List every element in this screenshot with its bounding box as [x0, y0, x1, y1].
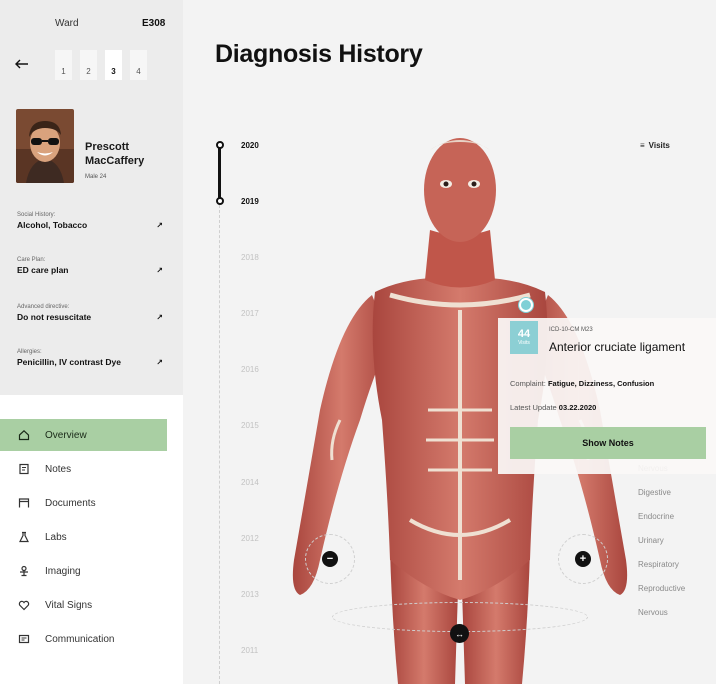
info-value: ED care plan [17, 265, 69, 275]
nav-item-labs[interactable]: Labs [0, 521, 167, 553]
arrow-up-right-icon: ↗ [156, 220, 163, 230]
patient-name: Prescott MacCaffery [85, 141, 145, 167]
arrow-up-right-icon: ↗ [156, 265, 163, 275]
year-label[interactable]: 2011 [241, 646, 258, 655]
system-item[interactable]: Endocrine [638, 512, 685, 536]
diagnosis-card: 44 Visits ICD-10-CM M23 Anterior cruciat… [498, 318, 716, 474]
complaint-label: Complaint: [510, 379, 546, 388]
floor-tab-3[interactable]: 3 [105, 50, 122, 80]
home-icon [17, 428, 31, 442]
nav-label: Communication [45, 633, 115, 645]
year-label[interactable]: 2016 [241, 365, 259, 374]
update-value: 03.22.2020 [558, 403, 597, 412]
nav-label: Documents [45, 497, 96, 509]
show-notes-button[interactable]: Show Notes [510, 427, 706, 459]
nav-item-documents[interactable]: Documents [0, 487, 167, 519]
year-label[interactable]: 2015 [241, 421, 259, 430]
system-item[interactable]: Digestive [638, 488, 685, 512]
heart-icon [17, 598, 31, 612]
floor-tab-1[interactable]: 1 [55, 50, 72, 80]
system-item[interactable]: Respiratory [638, 560, 685, 584]
year-label[interactable]: 2020 [241, 141, 259, 150]
system-item[interactable]: Urinary [638, 536, 685, 560]
filter-label: Visits [648, 141, 670, 150]
complaint-value: Fatigue, Dizziness, Confusion [547, 379, 655, 388]
zoom-in-button[interactable]: + [558, 534, 608, 584]
sidebar: Ward E308 1 2 3 4 Prescott MacCaffery Ma… [0, 0, 183, 684]
floor-tabs: 1 2 3 4 [55, 50, 147, 80]
arrow-left-icon [15, 59, 28, 69]
nav-item-communication[interactable]: Communication [0, 623, 167, 655]
chat-icon [17, 632, 31, 646]
visits-label: Visits [518, 340, 530, 346]
plus-icon: + [575, 551, 591, 567]
year-label[interactable]: 2012 [241, 534, 259, 543]
diagnosis-hotspot[interactable] [519, 298, 533, 312]
timeline-end-handle[interactable] [215, 197, 224, 205]
ward-code: E308 [142, 18, 166, 29]
labs-icon [17, 530, 31, 544]
nav-label: Notes [45, 463, 72, 475]
latest-update: Latest Update 03.22.2020 [510, 403, 596, 412]
info-label: Social History: [17, 212, 56, 218]
year-label[interactable]: 2013 [241, 590, 259, 599]
back-button[interactable] [8, 52, 36, 76]
nav-label: Labs [45, 531, 67, 543]
nav-item-vital-signs[interactable]: Vital Signs [0, 589, 167, 621]
year-label[interactable]: 2017 [241, 309, 259, 318]
info-value: Alcohol, Tobacco [17, 220, 88, 230]
avatar [16, 109, 74, 183]
visits-filter[interactable]: ≡ Visits [640, 141, 674, 150]
care-plan[interactable]: Care Plan: ED care plan ↗ [17, 257, 167, 275]
info-label: Advanced directive: [17, 304, 70, 310]
info-value: Penicillin, IV contrast Dye [17, 357, 121, 367]
icd-code: ICD-10-CM M23 [549, 327, 593, 333]
info-value: Do not resuscitate [17, 312, 92, 322]
system-item[interactable]: Nervous [638, 608, 685, 632]
floor-tab-4[interactable]: 4 [130, 50, 147, 80]
body-systems-list: Nervous Digestive Endocrine Urinary Resp… [638, 464, 685, 632]
filter-icon: ≡ [640, 141, 645, 150]
timeline-range [217, 146, 221, 200]
documents-icon [17, 496, 31, 510]
info-label: Allergies: [17, 349, 42, 355]
nav-label: Vital Signs [45, 599, 93, 611]
timeline-start-handle[interactable] [215, 141, 224, 149]
allergies[interactable]: Allergies: Penicillin, IV contrast Dye ↗ [17, 349, 167, 367]
year-label[interactable]: 2019 [241, 197, 259, 206]
year-label[interactable]: 2018 [241, 253, 259, 262]
year-label[interactable]: 2014 [241, 478, 259, 487]
nav-item-imaging[interactable]: Imaging [0, 555, 167, 587]
nav-item-notes[interactable]: Notes [0, 453, 167, 485]
rotate-icon: ↔ [455, 628, 464, 639]
info-label: Care Plan: [17, 257, 46, 263]
complaint: Complaint: Fatigue, Dizziness, Confusion [510, 379, 654, 388]
minus-icon: − [322, 551, 338, 567]
main-nav: Overview Notes Documents Labs Imaging Vi… [0, 419, 183, 657]
arrow-up-right-icon: ↗ [156, 312, 163, 322]
visits-badge: 44 Visits [510, 321, 538, 354]
imaging-icon [17, 564, 31, 578]
nav-label: Overview [45, 429, 87, 441]
visits-count: 44 [517, 328, 531, 340]
diagnosis-title: Anterior cruciate ligament [549, 340, 686, 354]
update-label: Latest Update [510, 403, 557, 412]
zoom-out-button[interactable]: − [305, 534, 355, 584]
timeline-line [219, 200, 220, 684]
ward-label: Ward [55, 18, 79, 29]
rotate-button[interactable]: ↔ [450, 624, 469, 643]
notes-icon [17, 462, 31, 476]
floor-tab-2[interactable]: 2 [80, 50, 97, 80]
nav-label: Imaging [45, 565, 81, 577]
social-history[interactable]: Social History: Alcohol, Tobacco ↗ [17, 212, 167, 230]
advanced-directive[interactable]: Advanced directive: Do not resuscitate ↗ [17, 304, 167, 322]
arrow-up-right-icon: ↗ [156, 357, 163, 367]
page-title: Diagnosis History [215, 40, 423, 68]
patient-panel: Ward E308 1 2 3 4 Prescott MacCaffery Ma… [0, 0, 183, 395]
patient-meta: Male 24 [85, 174, 107, 180]
nav-item-overview[interactable]: Overview [0, 419, 167, 451]
system-item[interactable]: Reproductive [638, 584, 685, 608]
